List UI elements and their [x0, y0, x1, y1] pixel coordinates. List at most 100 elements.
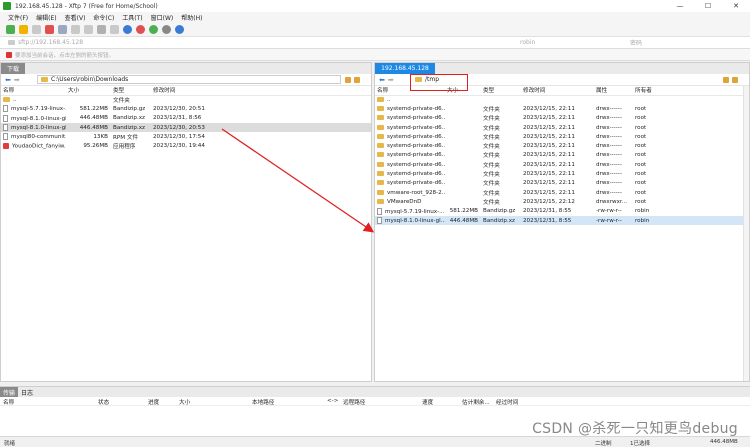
file-modified: 2023/12/31, 8:55: [523, 208, 572, 215]
settings-icon[interactable]: [162, 25, 171, 34]
remote-file-row[interactable]: ..: [375, 95, 743, 104]
file-size: 446.48MB: [66, 122, 111, 133]
tab-log[interactable]: 日志: [18, 387, 36, 397]
file-name-cell: systemd-private-d6...: [375, 151, 445, 160]
col-owner[interactable]: 所有者: [633, 86, 743, 96]
col-size[interactable]: 大小: [179, 398, 190, 406]
folder-up-icon[interactable]: [732, 76, 738, 83]
file-name-cell: YoudaoDict_fanyiw...: [1, 141, 66, 150]
user-field[interactable]: robin: [520, 39, 630, 46]
remote-file-row[interactable]: VMwareDnD 文件夹 2023/12/15, 22:12 drwxrwxr...…: [375, 197, 743, 206]
col-type[interactable]: 类型: [481, 86, 521, 96]
local-file-row[interactable]: mysql80-communit... 13KB RPM 文件 2023/12/30,…: [1, 132, 371, 141]
minimize-icon[interactable]: —: [666, 0, 694, 12]
file-size: 581.22MB: [79, 105, 108, 112]
status-bar: 就绪 二进制 1已选择 446.48MB: [0, 436, 750, 447]
col-progress[interactable]: 进度: [148, 398, 159, 406]
stop-icon[interactable]: [45, 25, 54, 34]
col-speed[interactable]: 速度: [422, 398, 433, 406]
local-file-row[interactable]: mysql-5.7.19-linux-... 581.22MB Bandizip.g…: [1, 104, 371, 113]
remote-file-row[interactable]: systemd-private-d6... 文件夹 2023/12/15, 22:1…: [375, 104, 743, 113]
remote-file-row[interactable]: mysql-8.1.0-linux-gl... 446.48MB Bandizip.…: [375, 215, 743, 226]
menu-window[interactable]: 窗口(W): [151, 13, 174, 22]
file-name: mysql-8.1.0-linux-gl...: [11, 115, 66, 122]
globe-icon[interactable]: [123, 25, 132, 34]
col-type[interactable]: 类型: [111, 86, 151, 96]
remote-file-row[interactable]: systemd-private-d6... 文件夹 2023/12/15, 22:1…: [375, 123, 743, 132]
sync-icon[interactable]: [149, 25, 158, 34]
col-name[interactable]: 名称: [3, 398, 14, 406]
menu-edit[interactable]: 编辑(E): [36, 13, 56, 22]
open-folder-icon[interactable]: [19, 25, 28, 34]
remote-scrollbar[interactable]: [743, 86, 749, 381]
remote-file-row[interactable]: mysql-5.7.19-linux-... 581.22MB Bandizip.g…: [375, 207, 743, 216]
back-icon[interactable]: ⬅: [379, 76, 385, 84]
remote-file-row[interactable]: systemd-private-d6... 文件夹 2023/12/15, 22:1…: [375, 141, 743, 150]
file-size: [445, 123, 481, 132]
col-remote-path[interactable]: 远程路径: [343, 398, 365, 406]
col-elapsed[interactable]: 经过时间: [496, 398, 518, 406]
back-icon[interactable]: ⬅: [5, 76, 11, 84]
file-name: vmware-root_928-2...: [387, 189, 445, 196]
remote-file-row[interactable]: systemd-private-d6... 文件夹 2023/12/15, 22:1…: [375, 169, 743, 178]
transfer-icon[interactable]: [136, 25, 145, 34]
status-selection: 1已选择: [630, 441, 650, 447]
folder-up-icon[interactable]: [354, 76, 360, 83]
col-status[interactable]: 状态: [98, 398, 109, 406]
col-local-path[interactable]: 本地路径: [252, 398, 274, 406]
remote-file-row[interactable]: vmware-root_928-2... 文件夹 2023/12/15, 22:11…: [375, 188, 743, 197]
remote-file-row[interactable]: systemd-private-d6... 文件夹 2023/12/15, 22:1…: [375, 114, 743, 123]
tab-local-downloads[interactable]: 下载: [1, 63, 26, 74]
menu-file[interactable]: 文件(F): [8, 13, 28, 22]
col-direction[interactable]: <->: [327, 398, 338, 404]
tab-transfer[interactable]: 传输: [0, 387, 19, 397]
col-size[interactable]: 大小: [66, 86, 111, 96]
col-modified[interactable]: 修改时间: [521, 86, 594, 96]
password-field[interactable]: 密码: [630, 38, 642, 47]
local-path-value: C:\Users\robin\Downloads: [51, 76, 129, 83]
file-attributes: [594, 95, 633, 104]
properties-icon[interactable]: [97, 25, 106, 34]
menu-command[interactable]: 命令(C): [93, 13, 114, 22]
menu-tools[interactable]: 工具(T): [122, 13, 142, 22]
help-icon[interactable]: [175, 25, 184, 34]
remote-file-row[interactable]: systemd-private-d6... 文件夹 2023/12/15, 22:1…: [375, 179, 743, 188]
menu-help[interactable]: 帮助(H): [181, 13, 202, 22]
local-path-input[interactable]: C:\Users\robin\Downloads: [37, 75, 341, 84]
new-folder-icon[interactable]: [345, 76, 351, 83]
close-icon[interactable]: ✕: [722, 0, 750, 12]
forward-icon[interactable]: ➡: [14, 76, 20, 84]
local-file-row[interactable]: .. 文件夹: [1, 95, 371, 104]
file-attributes: drwx------: [596, 143, 622, 150]
local-file-row[interactable]: YoudaoDict_fanyiw... 95.26MB 应用程序 2023/12/3…: [1, 141, 371, 150]
paste-icon[interactable]: [84, 25, 93, 34]
toolbar: [0, 23, 750, 37]
col-name[interactable]: 名称: [1, 86, 66, 96]
copy-icon[interactable]: [71, 25, 80, 34]
file-name: systemd-private-d6...: [387, 133, 445, 140]
new-folder-icon[interactable]: [723, 76, 729, 83]
transfer-tabs: 传输 日志: [0, 387, 750, 397]
host-field[interactable]: sftp://192.168.45.128: [0, 39, 520, 46]
view-icon[interactable]: [110, 25, 119, 34]
local-file-row[interactable]: mysql-8.1.0-linux-gl... 446.48MB Bandizip.…: [1, 122, 371, 133]
maximize-icon[interactable]: ☐: [694, 0, 722, 12]
remote-file-row[interactable]: systemd-private-d6... 文件夹 2023/12/15, 22:1…: [375, 151, 743, 160]
file-icon: [3, 124, 8, 132]
new-session-icon[interactable]: [6, 25, 15, 34]
file-name-cell: mysql80-communit...: [1, 132, 66, 141]
menu-view[interactable]: 查看(V): [65, 13, 86, 22]
local-file-row[interactable]: mysql-8.1.0-linux-gl... 446.48MB Bandizip.…: [1, 114, 371, 123]
col-eta[interactable]: 估计剩余...: [462, 398, 490, 406]
file-type: 文件夹: [483, 199, 500, 206]
remote-file-row[interactable]: systemd-private-d6... 文件夹 2023/12/15, 22:1…: [375, 132, 743, 141]
col-modified[interactable]: 修改时间: [151, 86, 371, 96]
file-owner: root: [635, 152, 647, 159]
tab-remote-session[interactable]: 192.168.45.128: [375, 63, 435, 74]
refresh-icon[interactable]: [58, 25, 67, 34]
remote-file-row[interactable]: systemd-private-d6... 文件夹 2023/12/15, 22:1…: [375, 160, 743, 169]
disconnect-icon[interactable]: [32, 25, 41, 34]
col-attributes[interactable]: 属性: [594, 86, 633, 96]
forward-icon[interactable]: ➡: [388, 76, 394, 84]
file-modified: 2023/12/15, 22:11: [523, 189, 575, 196]
